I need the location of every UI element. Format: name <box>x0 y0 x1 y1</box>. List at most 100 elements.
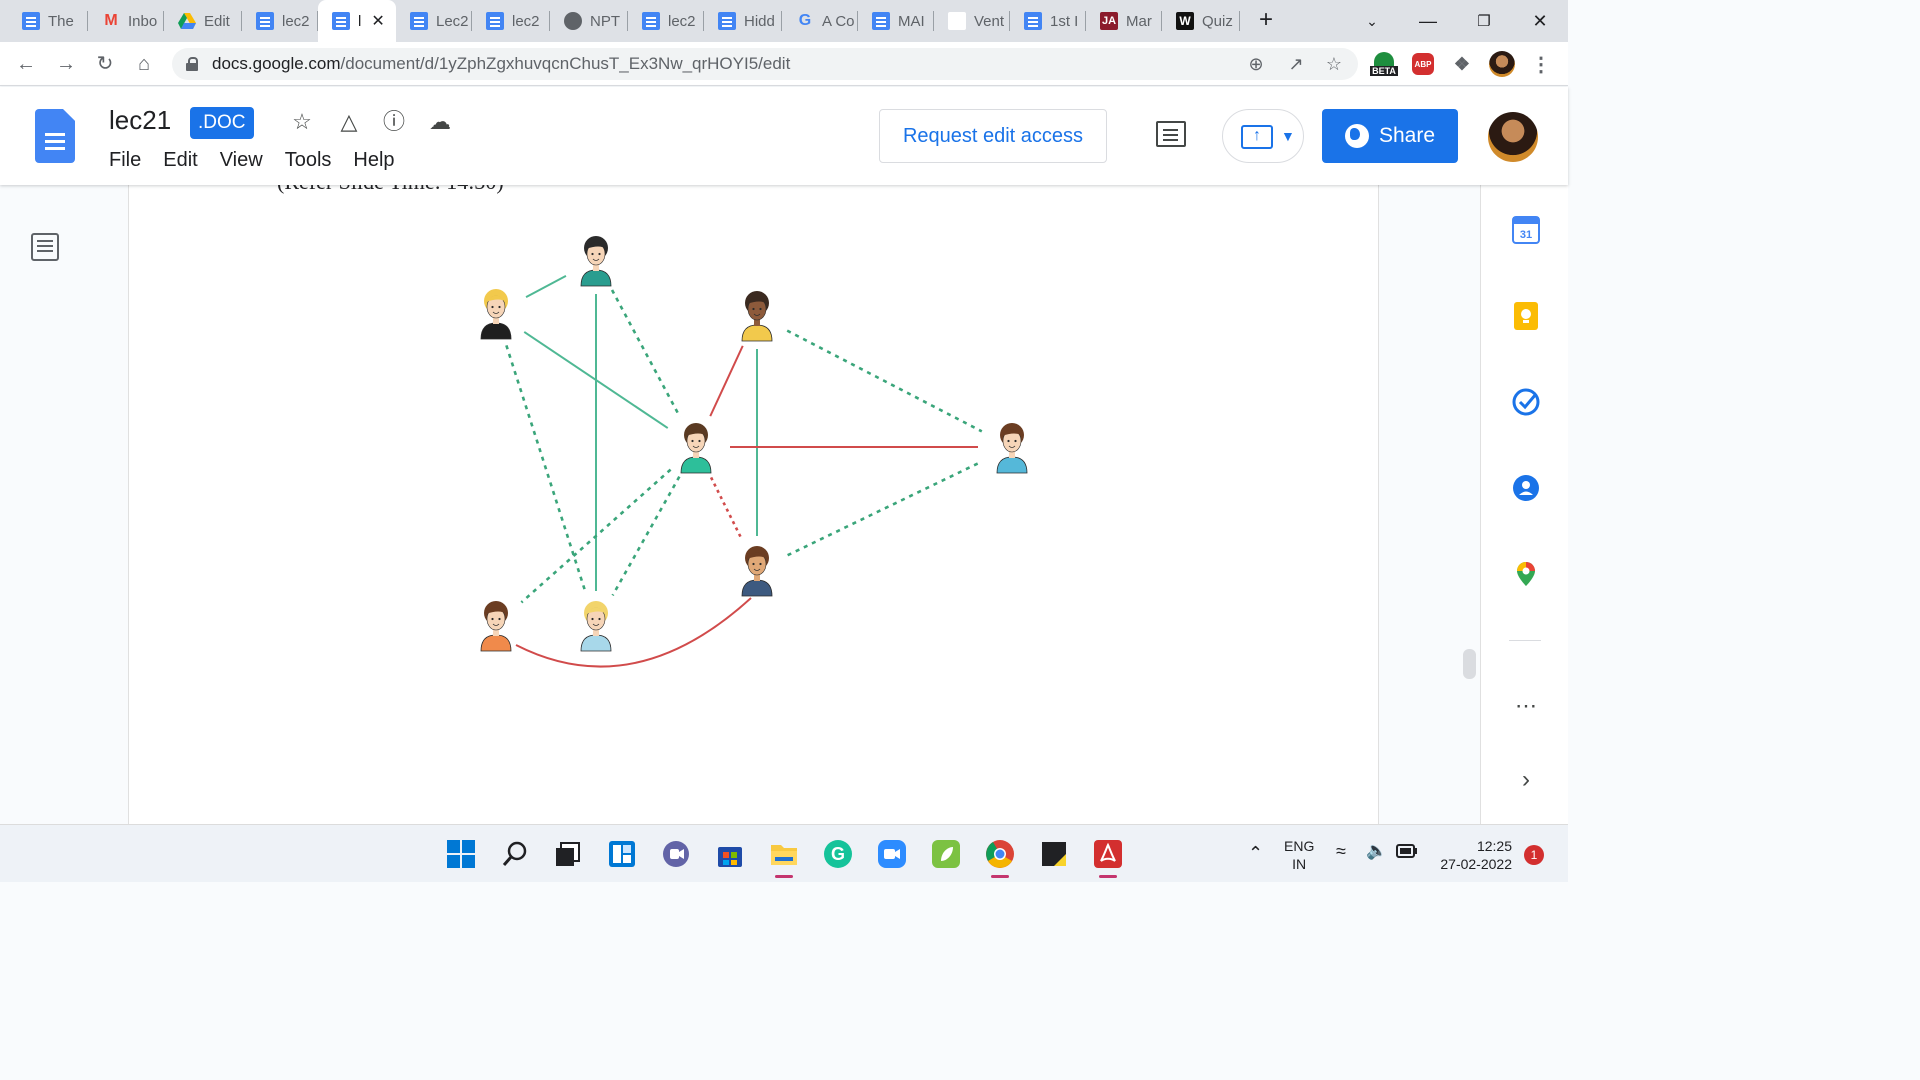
browser-tab[interactable]: M Inbo <box>88 0 164 42</box>
search-icon[interactable] <box>500 839 530 869</box>
close-tab-icon[interactable]: ✕ <box>371 11 384 31</box>
browser-tab[interactable]: JA Mar <box>1086 0 1162 42</box>
task-view-icon[interactable] <box>553 839 583 869</box>
adblock-icon[interactable]: ABP <box>1409 50 1437 78</box>
keep-icon[interactable] <box>1512 302 1540 330</box>
tasks-icon[interactable] <box>1512 388 1540 416</box>
green-app-icon[interactable] <box>931 839 961 869</box>
person-node-woman-right <box>996 423 1028 474</box>
browser-tab[interactable]: Vent <box>934 0 1010 42</box>
person-node-woman-dark-hair <box>580 236 612 287</box>
wifi-icon[interactable]: ≈ <box>1336 841 1346 862</box>
docs-icon <box>332 12 350 30</box>
request-edit-access-button[interactable]: Request edit access <box>879 109 1107 163</box>
docs-icon <box>486 12 504 30</box>
new-tab-button[interactable]: + <box>1252 6 1280 34</box>
extensions-puzzle-icon[interactable]: ❖ <box>1448 50 1476 78</box>
person-node-woman-blonde-bottom <box>580 601 612 652</box>
home-icon[interactable]: ⌂ <box>130 50 158 78</box>
browser-tab[interactable]: lec2 <box>472 0 550 42</box>
globe-icon <box>1344 124 1369 148</box>
zoom-icon[interactable]: ⊕ <box>1242 50 1270 78</box>
bookmark-star-icon[interactable]: ☆ <box>1320 50 1348 78</box>
volume-icon[interactable]: 🔈 <box>1366 841 1387 861</box>
present-arrow-icon: ↑ <box>1241 125 1273 149</box>
edge-man-center-to-man-dark-skin <box>709 345 744 417</box>
browser-tab[interactable]: Lec2 <box>396 0 472 42</box>
present-button[interactable]: ↑ ▼ <box>1222 109 1304 163</box>
address-bar[interactable]: docs.google.com/document/d/1yZphZgxhuvqc… <box>172 48 1358 80</box>
file-explorer-icon[interactable] <box>769 839 799 878</box>
browser-tab[interactable]: NPT <box>550 0 628 42</box>
battery-icon[interactable] <box>1396 843 1418 862</box>
comment-history-icon[interactable] <box>1156 121 1186 147</box>
docs-logo-icon[interactable] <box>35 109 75 163</box>
menu-tools[interactable]: Tools <box>285 149 332 172</box>
windows-start-icon[interactable] <box>446 839 476 869</box>
blank-page-icon <box>948 12 966 30</box>
menu-help[interactable]: Help <box>353 149 394 172</box>
tab-search-icon[interactable]: ⌄ <box>1344 0 1400 42</box>
edge-man-center-to-woman-blonde-bottom <box>611 476 681 596</box>
menu-file[interactable]: File <box>109 149 141 172</box>
browser-tab[interactable]: MAI <box>858 0 934 42</box>
browser-tab[interactable]: Edit <box>164 0 242 42</box>
docs-icon <box>872 12 890 30</box>
chevron-right-icon[interactable]: › <box>1512 766 1540 794</box>
notification-badge[interactable]: 1 <box>1524 845 1544 865</box>
network-diagram <box>480 236 1028 668</box>
grammarly-icon[interactable]: G <box>823 839 853 869</box>
menu-edit[interactable]: Edit <box>163 149 197 172</box>
browser-tab[interactable]: 1st I <box>1010 0 1086 42</box>
back-icon[interactable]: ← <box>12 50 40 78</box>
browser-tab[interactable]: W Quiz <box>1162 0 1240 42</box>
lock-icon <box>186 57 198 71</box>
menu-view[interactable]: View <box>220 149 263 172</box>
browser-tab[interactable]: The <box>8 0 88 42</box>
share-page-icon[interactable]: ↗ <box>1282 50 1310 78</box>
star-icon[interactable]: ☆ <box>287 107 317 137</box>
contacts-icon[interactable] <box>1512 474 1540 502</box>
browser-tab[interactable]: GA Co <box>782 0 858 42</box>
clock[interactable]: 12:25 27-02-2022 <box>1430 837 1512 873</box>
file-type-badge: .DOC <box>190 107 254 139</box>
cloud-status-icon[interactable]: ☁ <box>425 107 455 137</box>
beta-extension-icon[interactable]: BETA <box>1370 50 1398 78</box>
document-outline-icon[interactable] <box>31 233 59 261</box>
more-icon[interactable]: ⋯ <box>1512 695 1540 724</box>
forward-icon[interactable]: → <box>52 50 80 78</box>
docs-icon <box>256 12 274 30</box>
account-avatar[interactable] <box>1488 112 1538 162</box>
person-node-woman-blonde-curly <box>480 289 512 340</box>
maps-icon[interactable] <box>1512 560 1540 588</box>
minimize-icon[interactable]: — <box>1400 0 1456 42</box>
side-panel: 31 ⋯ › <box>1480 185 1568 824</box>
move-to-drive-icon[interactable]: △ <box>334 107 364 137</box>
chevron-up-icon[interactable]: ⌃ <box>1248 843 1263 864</box>
browser-tab[interactable]: lec2 <box>628 0 704 42</box>
browser-tab[interactable]: Hidd <box>704 0 782 42</box>
calendar-icon[interactable]: 31 <box>1512 216 1540 244</box>
browser-menu-icon[interactable]: ⋮ <box>1527 50 1555 78</box>
sticky-notes-icon[interactable] <box>1039 839 1069 869</box>
gmail-icon: M <box>104 12 118 29</box>
browser-toolbar: ← → ↻ ⌂ docs.google.com/document/d/1yZph… <box>0 42 1568 86</box>
share-button[interactable]: Share <box>1322 109 1458 163</box>
language-indicator[interactable]: ENG IN <box>1284 837 1314 873</box>
close-window-icon[interactable]: ✕ <box>1512 0 1568 42</box>
store-icon[interactable] <box>715 839 745 869</box>
teams-chat-icon[interactable] <box>661 839 691 869</box>
chrome-icon[interactable] <box>985 839 1015 878</box>
reload-icon[interactable]: ↻ <box>91 50 119 78</box>
restore-icon[interactable]: ❐ <box>1456 0 1512 42</box>
acrobat-icon[interactable] <box>1093 839 1123 878</box>
document-title[interactable]: lec21 <box>109 105 171 136</box>
browser-tab-active[interactable]: l ✕ <box>318 0 396 42</box>
widgets-icon[interactable] <box>607 839 637 869</box>
info-icon[interactable]: ⓘ <box>379 107 409 137</box>
globe-icon <box>564 12 582 30</box>
browser-tab[interactable]: lec2 <box>242 0 318 42</box>
profile-avatar[interactable] <box>1488 50 1516 78</box>
scrollbar-thumb[interactable] <box>1463 649 1476 679</box>
zoom-app-icon[interactable] <box>877 839 907 869</box>
